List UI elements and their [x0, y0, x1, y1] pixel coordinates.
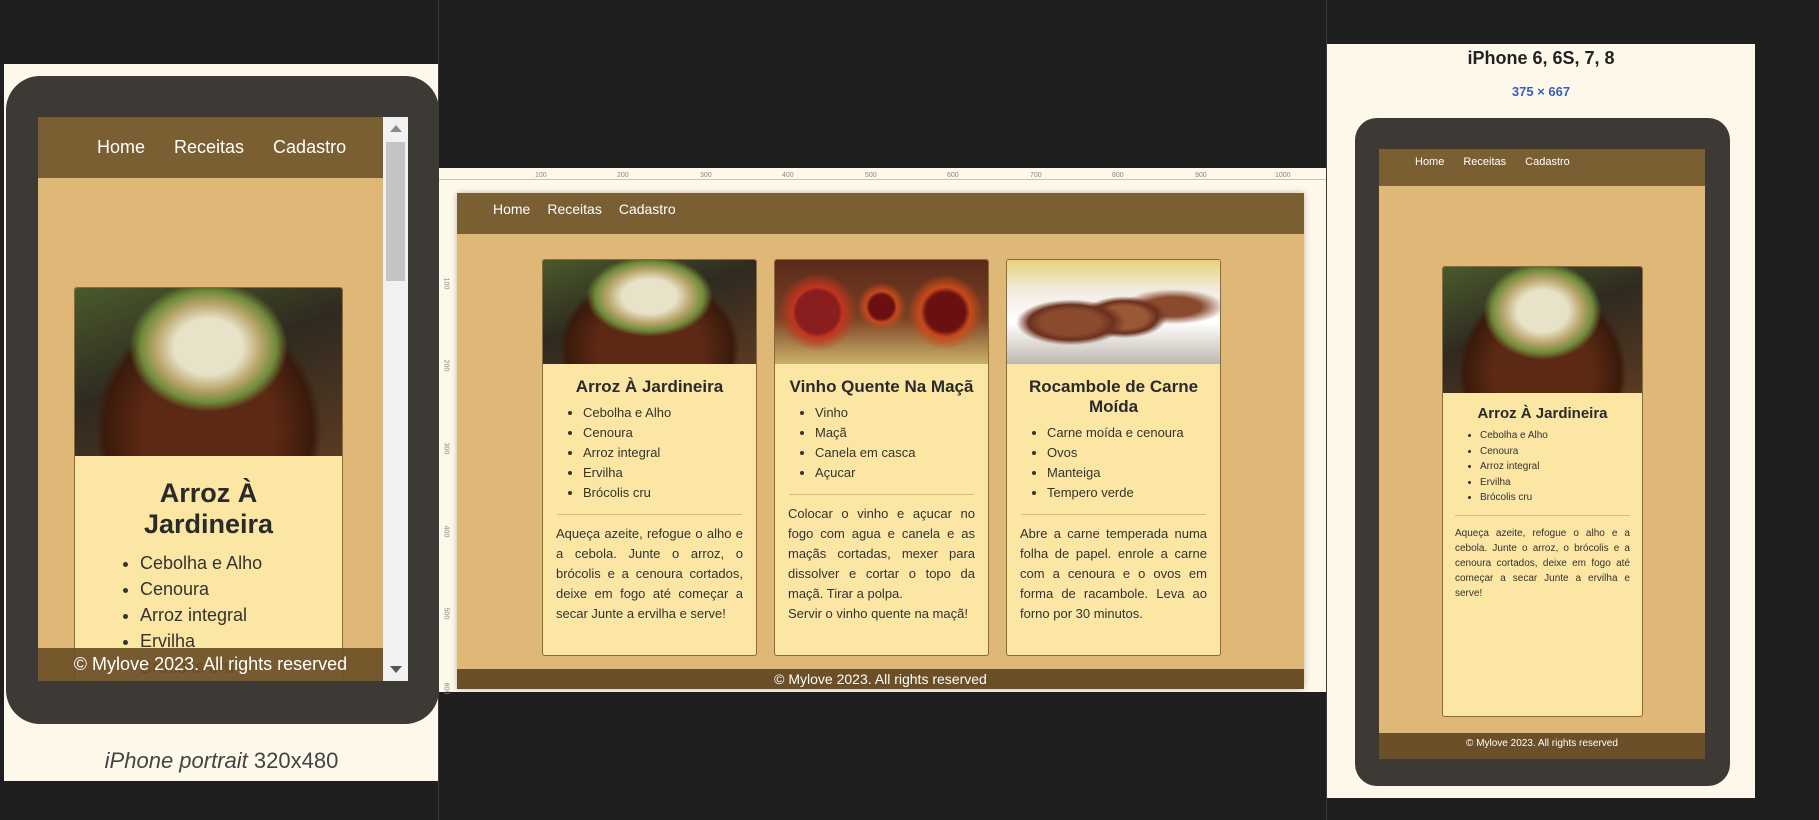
left-footer: © Mylove 2023. All rights reserved — [38, 648, 383, 681]
caption-device-size: 320x480 — [253, 748, 339, 773]
nav-cadastro-link[interactable]: Cadastro — [1525, 156, 1570, 168]
recipe-description: Aqueça azeite, refogue o alho e a cebola… — [556, 526, 743, 621]
ingredient-item: Açucar — [815, 463, 988, 483]
nav-home-link[interactable]: Home — [493, 201, 530, 217]
right-navbar: Home Receitas Cadastro — [1379, 149, 1705, 186]
recipe-card[interactable]: Vinho Quente Na Maçã Vinho Maçã Canela e… — [774, 259, 989, 656]
left-recipe-card: Arroz À Jardineira Cebolha e Alho Cenour… — [74, 287, 343, 681]
card-divider — [1455, 514, 1630, 516]
rice-bowl-image — [1443, 267, 1642, 393]
ingredient-item: Brócolis cru — [1480, 490, 1642, 506]
ingredient-item: Ervilha — [1480, 475, 1642, 491]
right-footer: © Mylove 2023. All rights reserved — [1379, 733, 1705, 759]
center-panel: 100 200 300 400 500 600 700 800 900 1000… — [439, 168, 1326, 695]
right-recipe-card[interactable]: Arroz À Jardineira Cebolha e Alho Cenour… — [1442, 266, 1643, 717]
mulled-wine-apples-image — [775, 260, 988, 364]
ingredient-item: Cebolha e Alho — [1480, 428, 1642, 444]
ingredient-item: Cebolha e Alho — [583, 403, 756, 423]
ingredient-item: Arroz integral — [140, 602, 342, 628]
rice-bowl-image — [543, 260, 756, 364]
device-title: iPhone 6, 6S, 7, 8 — [1467, 48, 1615, 68]
recipe-title: Arroz À Jardineira — [1477, 405, 1608, 422]
desktop-page: Home Receitas Cadastro Arroz À Jardineir… — [457, 193, 1304, 689]
ruler-tick: 400 — [782, 172, 794, 179]
ingredient-item: Cebolha e Alho — [140, 550, 342, 576]
nav-cadastro-link[interactable]: Cadastro — [619, 201, 676, 217]
ruler-tick: 300 — [442, 442, 450, 455]
ruler-tick: 300 — [700, 172, 712, 179]
scrollbar[interactable] — [383, 117, 408, 681]
recipe-title: Arroz À Jardineira — [575, 377, 724, 396]
ingredient-item: Arroz integral — [1480, 459, 1642, 475]
ruler-tick: 600 — [947, 172, 959, 179]
recipe-title: Vinho Quente Na Maçã — [789, 377, 974, 396]
ingredient-item: Ervilha — [583, 463, 756, 483]
nav-home-link[interactable]: Home — [1415, 156, 1444, 168]
ingredient-item: Manteiga — [1047, 463, 1220, 483]
left-device-caption: iPhone portrait 320x480 — [4, 748, 439, 774]
ruler-tick: 1000 — [1275, 172, 1291, 179]
recipe-description-2: Servir o vinho quente na maçã! — [788, 606, 968, 621]
nav-receitas-link[interactable]: Receitas — [547, 201, 601, 217]
card-divider — [557, 514, 742, 515]
device-size: 375 × 667 — [1511, 84, 1571, 99]
nav-receitas-link[interactable]: Receitas — [1463, 156, 1506, 168]
ruler-tick: 200 — [617, 172, 629, 179]
ruler-tick: 400 — [442, 525, 450, 538]
ingredient-item: Brócolis cru — [583, 483, 756, 503]
vertical-ruler: 100 200 300 400 500 600 — [439, 180, 450, 695]
recipe-description: Aqueça azeite, refogue o alho e a cebola… — [1455, 527, 1630, 599]
ingredient-item: Arroz integral — [583, 443, 756, 463]
recipe-title: Rocambole de Carne Moída — [1028, 377, 1199, 416]
ruler-tick: 600 — [442, 682, 450, 695]
right-device-screen: Home Receitas Cadastro Arroz À Jardineir… — [1379, 149, 1705, 759]
card-divider — [1021, 514, 1206, 515]
ruler-tick: 100 — [442, 277, 450, 290]
nav-cadastro-link[interactable]: Cadastro — [273, 137, 346, 158]
left-navbar: Home Receitas Cadastro — [38, 117, 383, 178]
ruler-tick: 200 — [442, 359, 450, 372]
ruler-tick: 500 — [865, 172, 877, 179]
ingredient-item: Cenoura — [140, 576, 342, 602]
caption-device-name: iPhone portrait — [104, 748, 248, 773]
ruler-tick: 100 — [535, 172, 547, 179]
ingredient-item: Maçã — [815, 423, 988, 443]
recipe-card[interactable]: Arroz À Jardineira Cebolha e Alho Cenour… — [542, 259, 757, 656]
right-device-panel: iPhone 6, 6S, 7, 8 375 × 667 Home Receit… — [1327, 44, 1755, 798]
recipe-card[interactable]: Rocambole de Carne Moída Carne moída e c… — [1006, 259, 1221, 656]
recipe-description: Abre a carne temperada numa folha de pap… — [1020, 526, 1207, 621]
ingredient-item: Tempero verde — [1047, 483, 1220, 503]
scroll-down-arrow-icon[interactable] — [390, 666, 402, 673]
horizontal-ruler: 100 200 300 400 500 600 700 800 900 1000 — [439, 168, 1326, 180]
ingredient-item: Canela em casca — [815, 443, 988, 463]
recipe-description: Colocar o vinho e açucar no fogo com agu… — [788, 506, 975, 601]
ingredient-item: Carne moída e cenoura — [1047, 423, 1220, 443]
ingredient-item: Vinho — [815, 403, 988, 423]
scroll-up-arrow-icon[interactable] — [390, 125, 402, 132]
ingredient-item: Cenoura — [583, 423, 756, 443]
ruler-tick: 900 — [1195, 172, 1207, 179]
ingredient-item: Cenoura — [1480, 444, 1642, 460]
ruler-tick: 700 — [1030, 172, 1042, 179]
left-device-panel: Home Receitas Cadastro Arroz À Jardineir… — [4, 64, 439, 781]
meat-roll-image — [1007, 260, 1220, 364]
recipe-title: Arroz À Jardineira — [143, 478, 274, 539]
nav-receitas-link[interactable]: Receitas — [174, 137, 244, 158]
card-divider — [789, 494, 974, 495]
nav-home-link[interactable]: Home — [97, 137, 145, 158]
ingredient-item: Ovos — [1047, 443, 1220, 463]
desktop-footer: © Mylove 2023. All rights reserved — [457, 669, 1304, 689]
left-device-screen: Home Receitas Cadastro Arroz À Jardineir… — [38, 117, 408, 681]
desktop-navbar: Home Receitas Cadastro — [457, 193, 1304, 234]
rice-bowl-image — [75, 288, 342, 456]
ruler-tick: 800 — [1112, 172, 1124, 179]
ruler-tick: 500 — [442, 607, 450, 620]
scrollbar-thumb[interactable] — [386, 142, 405, 281]
